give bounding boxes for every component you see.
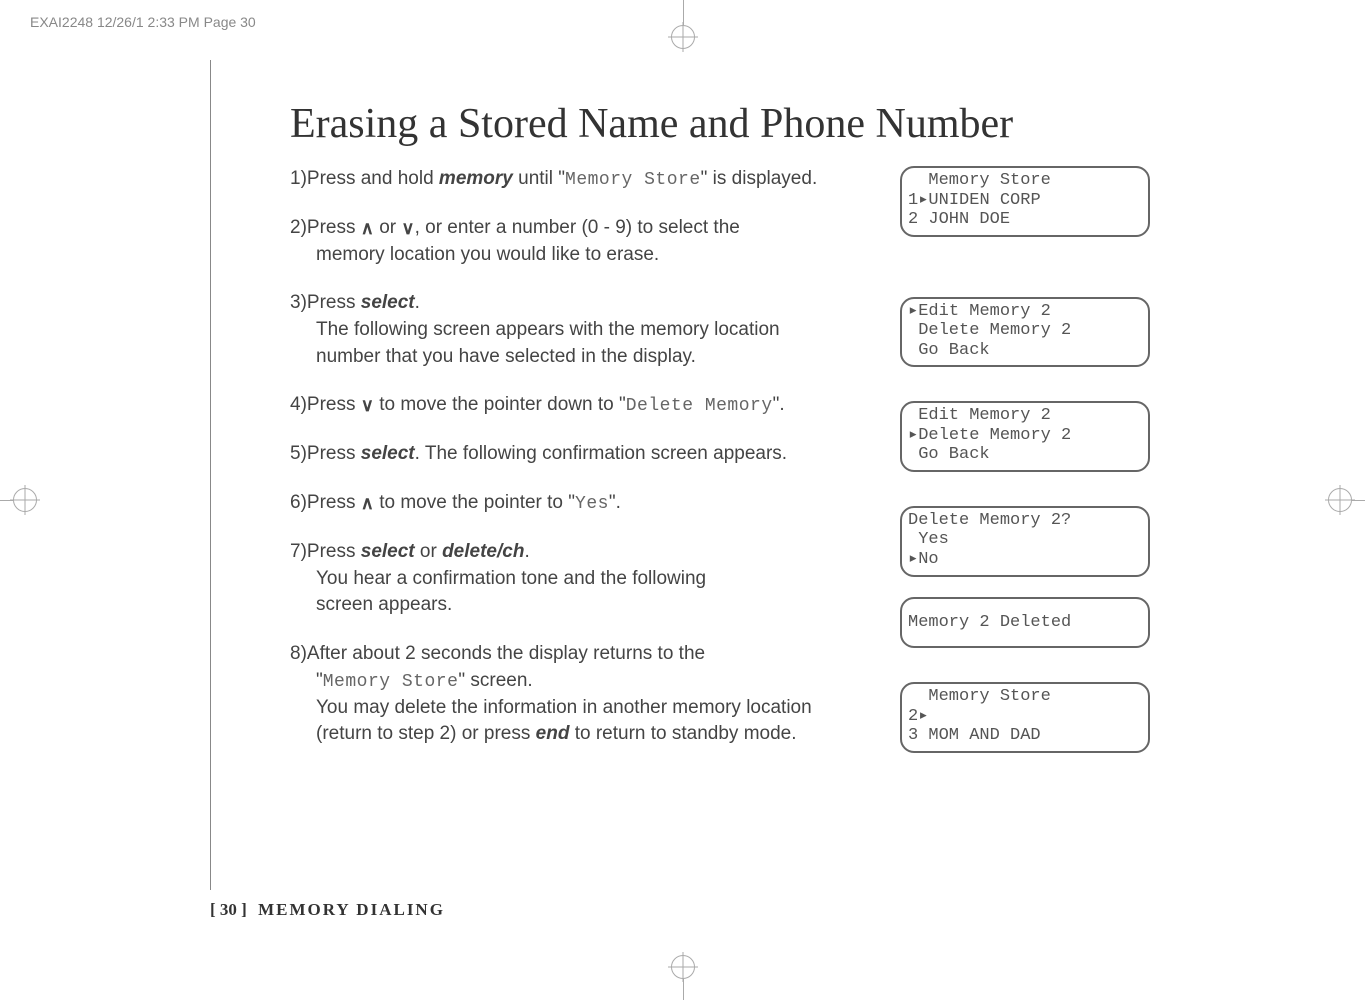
text: . xyxy=(415,292,420,313)
text: . xyxy=(524,541,529,562)
text: ". xyxy=(773,394,785,415)
lcd-memory-store-after: Memory Store 2▸ 3 MOM AND DAD xyxy=(900,682,1150,753)
text: 4)Press xyxy=(290,394,361,415)
up-arrow-icon: ∧ xyxy=(361,216,374,241)
text: You hear a confirmation tone and the fol… xyxy=(290,566,890,593)
step-4: 4)Press ∨ to move the pointer down to "D… xyxy=(290,392,890,419)
text: The following screen appears with the me… xyxy=(290,317,890,344)
lcd-phrase-memory-store: Memory Store xyxy=(565,170,701,190)
page-number: [ 30 ] xyxy=(210,900,247,919)
text: 7)Press xyxy=(290,541,361,562)
lcd-deleted: Memory 2 Deleted xyxy=(900,597,1150,649)
text: . The following confirmation screen appe… xyxy=(415,443,787,464)
text: to move the pointer to " xyxy=(374,492,575,513)
text: 3)Press xyxy=(290,292,361,313)
step-3: 3)Press select. The following screen app… xyxy=(290,290,890,370)
text: "Memory Store" screen. xyxy=(290,668,890,695)
lcd-phrase-yes: Yes xyxy=(575,494,609,514)
step-6: 6)Press ∧ to move the pointer to "Yes". xyxy=(290,490,890,517)
step-5: 5)Press select. The following confirmati… xyxy=(290,441,890,468)
text: memory location you would like to erase. xyxy=(290,242,890,269)
text: 1)Press and hold xyxy=(290,168,439,189)
page-footer: [ 30 ] MEMORY DIALING xyxy=(210,900,445,920)
crop-mark-bottom xyxy=(643,960,723,1000)
lcd-confirm: Delete Memory 2? Yes ▸No xyxy=(900,506,1150,577)
key-select: select xyxy=(361,443,415,464)
key-end: end xyxy=(536,723,570,744)
text: 2)Press xyxy=(290,217,361,238)
lcd-memory-store: Memory Store 1▸UNIDEN CORP 2 JOHN DOE xyxy=(900,166,1150,237)
down-arrow-icon: ∨ xyxy=(401,216,414,241)
up-arrow-icon: ∧ xyxy=(361,491,374,516)
text: " is displayed. xyxy=(701,168,818,189)
lcd-phrase-memory-store: Memory Store xyxy=(323,672,459,692)
page-body: Erasing a Stored Name and Phone Number 1… xyxy=(230,70,1160,787)
text: or xyxy=(374,217,401,238)
key-memory: memory xyxy=(439,168,513,189)
lcd-screens: Memory Store 1▸UNIDEN CORP 2 JOHN DOE ▸E… xyxy=(900,166,1150,787)
lcd-phrase-delete-memory: Delete Memory xyxy=(626,396,773,416)
instruction-steps: 1)Press and hold memory until "Memory St… xyxy=(290,166,890,787)
crop-mark-left xyxy=(0,480,50,520)
step-7: 7)Press select or delete/ch. You hear a … xyxy=(290,539,890,619)
text: screen appears. xyxy=(290,592,890,619)
crop-mark-top xyxy=(643,0,723,40)
lcd-edit-menu: ▸Edit Memory 2 Delete Memory 2 Go Back xyxy=(900,297,1150,368)
section-name: MEMORY DIALING xyxy=(258,900,445,919)
text: or xyxy=(415,541,442,562)
lcd-delete-menu: Edit Memory 2 ▸Delete Memory 2 Go Back xyxy=(900,401,1150,472)
page-title: Erasing a Stored Name and Phone Number xyxy=(290,100,1160,148)
key-select: select xyxy=(361,541,415,562)
step-1: 1)Press and hold memory until "Memory St… xyxy=(290,166,890,193)
print-header: EXAI2248 12/26/1 2:33 PM Page 30 xyxy=(30,14,256,30)
text: ". xyxy=(609,492,621,513)
text: 5)Press xyxy=(290,443,361,464)
text: until " xyxy=(513,168,565,189)
text: 8)After about 2 seconds the display retu… xyxy=(290,643,705,664)
text: to move the pointer down to " xyxy=(374,394,626,415)
down-arrow-icon: ∨ xyxy=(361,393,374,418)
step-8: 8)After about 2 seconds the display retu… xyxy=(290,641,890,748)
key-select: select xyxy=(361,292,415,313)
key-delete-ch: delete/ch xyxy=(442,541,524,562)
vertical-rule xyxy=(210,60,211,890)
text: (return to step 2) or press end to retur… xyxy=(290,721,890,748)
text: 6)Press xyxy=(290,492,361,513)
text: number that you have selected in the dis… xyxy=(290,344,890,371)
crop-mark-right xyxy=(1315,480,1365,520)
step-2: 2)Press ∧ or ∨, or enter a number (0 - 9… xyxy=(290,215,890,268)
text: , or enter a number (0 - 9) to select th… xyxy=(415,217,740,238)
text: You may delete the information in anothe… xyxy=(290,695,890,722)
